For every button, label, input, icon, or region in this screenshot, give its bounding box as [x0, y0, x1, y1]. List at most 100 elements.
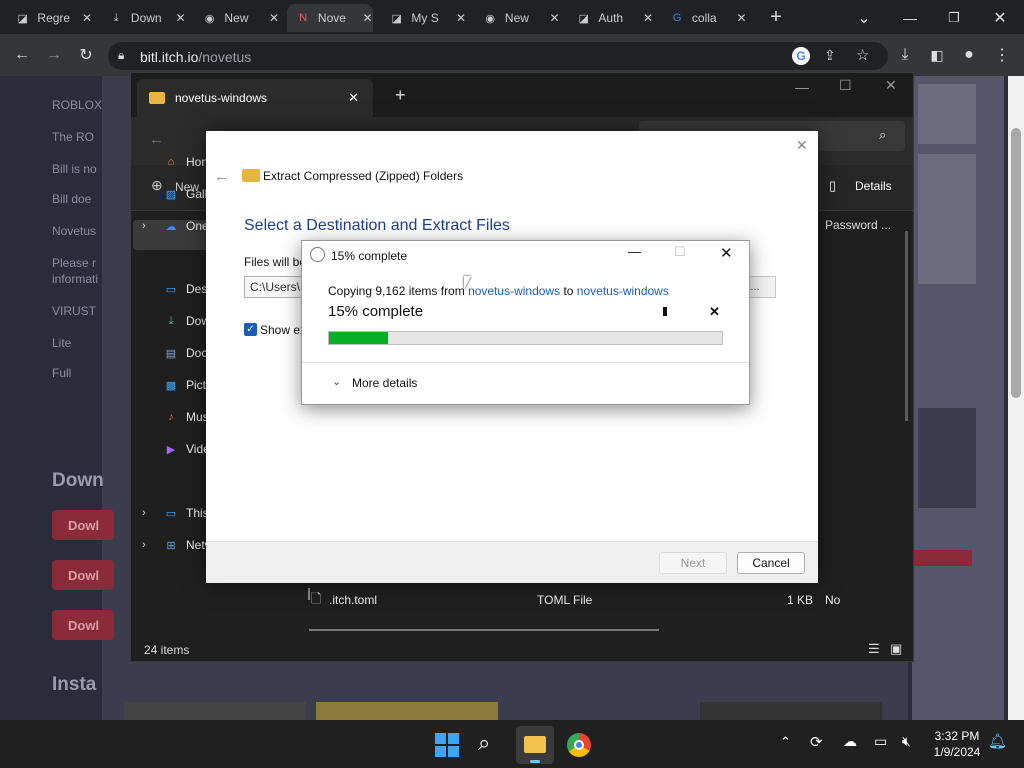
close-tab-icon[interactable]: ✕ — [348, 90, 359, 106]
percent-label: 15% complete — [328, 303, 424, 320]
next-button[interactable]: Next — [659, 552, 727, 574]
close-icon[interactable]: ✕ — [988, 6, 1012, 30]
source-link[interactable]: novetus-windows — [468, 284, 560, 298]
profile-icon[interactable]: ● — [957, 43, 981, 67]
minimize-icon[interactable]: — — [628, 244, 641, 259]
chevron-right-icon[interactable]: › — [142, 539, 146, 551]
close-tab-icon[interactable]: ✕ — [549, 11, 559, 25]
maximize-icon[interactable]: ☐ — [674, 244, 686, 260]
music-icon: ♪ — [168, 411, 174, 423]
close-tab-icon[interactable]: ✕ — [362, 11, 372, 25]
clock[interactable]: 3:32 PM 1/9/2024 — [932, 729, 982, 759]
copy-status-text: Copying 9,162 items from novetus-windows… — [328, 284, 669, 298]
close-tab-icon[interactable]: ✕ — [269, 11, 279, 25]
side-panel-icon[interactable]: ◧ — [925, 43, 949, 67]
forward-icon[interactable]: → — [42, 43, 66, 67]
reload-icon[interactable]: ↻ — [74, 43, 98, 67]
cancel-copy-icon[interactable]: ✕ — [709, 304, 720, 320]
explorer-tab-title: novetus-windows — [175, 91, 268, 105]
back-icon[interactable]: ← — [149, 131, 164, 148]
browser-tab[interactable]: ⤓ Down ✕ — [100, 4, 186, 32]
roblox-icon: ◪ — [391, 12, 402, 25]
mouse-cursor — [464, 276, 471, 290]
destination-path-input[interactable]: C:\Users\ — [244, 276, 306, 298]
documents-icon: ▤ — [165, 347, 177, 360]
sync-icon[interactable]: ⟳ — [810, 733, 823, 751]
back-icon[interactable]: ← — [214, 168, 229, 185]
search-icon[interactable]: ⌕ — [478, 730, 490, 756]
notification-bell-icon[interactable]: 🔔︎ — [988, 732, 1007, 750]
splitter[interactable] — [308, 588, 310, 600]
close-tab-icon[interactable]: ✕ — [643, 11, 653, 25]
cancel-button[interactable]: Cancel — [737, 552, 805, 574]
progress-bar — [328, 331, 723, 345]
browser-tab[interactable]: ◪ Regre ✕ — [6, 4, 93, 32]
password-column-header[interactable]: Password ... — [825, 218, 891, 232]
download-button[interactable]: Dowl — [52, 560, 114, 590]
pause-icon[interactable] — [663, 307, 667, 316]
chrome-icon[interactable] — [567, 733, 591, 757]
pictures-icon: ▩ — [165, 379, 177, 392]
tab-search-icon[interactable]: ⌄ — [852, 6, 876, 30]
maximize-icon[interactable]: ☐ — [839, 77, 852, 94]
list-view-icon[interactable]: ☰ — [868, 641, 880, 657]
tile-view-icon[interactable]: ▣ — [890, 641, 902, 657]
item-count: 24 items — [144, 643, 190, 657]
close-icon[interactable]: ✕ — [885, 77, 897, 94]
google-lens-icon[interactable]: G — [792, 47, 810, 65]
page-line: informati — [52, 272, 99, 286]
details-scrollbar[interactable] — [905, 231, 908, 421]
game-thumbnail[interactable] — [700, 702, 882, 720]
browser-tab-title: My S — [411, 11, 439, 25]
download-button[interactable]: Dowl — [52, 510, 114, 540]
download-button[interactable]: Dowl — [52, 610, 114, 640]
volume-muted-icon[interactable]: 🔇︎ — [902, 733, 911, 750]
browser-tab[interactable]: ◪ Auth ✕ — [567, 4, 654, 32]
close-tab-icon[interactable]: ✕ — [456, 11, 466, 25]
browser-tab[interactable]: Gcolla ✕ — [661, 4, 747, 32]
game-thumbnail[interactable] — [124, 702, 306, 720]
downloads-icon[interactable]: ⤓ — [893, 43, 917, 67]
restore-icon[interactable]: ❐ — [942, 6, 966, 30]
browser-tab[interactable]: ◪ My S ✕ — [380, 4, 467, 32]
close-icon[interactable]: ✕ — [796, 137, 808, 154]
browser-tab[interactable]: N Nove ✕ — [286, 4, 373, 32]
page-scrollbar[interactable] — [1008, 76, 1024, 720]
browser-tab[interactable]: ◉ New ✕ — [474, 4, 559, 32]
scroll-thumb[interactable] — [1011, 128, 1021, 398]
chevron-right-icon[interactable]: › — [142, 220, 146, 232]
status-bar: 24 items ☰ ▣ — [131, 641, 913, 661]
minimize-icon[interactable]: — — [898, 6, 922, 30]
chevron-down-icon[interactable]: ⌄ — [332, 375, 341, 388]
bookmark-star-icon[interactable]: ☆ — [856, 46, 869, 64]
details-button[interactable]: Details — [855, 179, 892, 193]
destination-link[interactable]: novetus-windows — [577, 284, 669, 298]
new-tab-icon[interactable]: + — [764, 6, 788, 28]
wizard-title: Extract Compressed (Zipped) Folders — [263, 169, 464, 183]
show-files-checkbox[interactable]: ✓ — [244, 323, 257, 336]
close-icon[interactable]: ✕ — [720, 244, 733, 262]
file-name[interactable]: .itch.toml — [329, 593, 377, 607]
cloud-icon[interactable]: ☁ — [843, 733, 857, 750]
game-thumbnail[interactable] — [316, 702, 498, 720]
folder-icon — [524, 736, 546, 753]
new-tab-icon[interactable]: + — [395, 85, 406, 106]
explorer-taskbar-button[interactable] — [516, 726, 554, 764]
menu-icon[interactable]: ⋮ — [990, 43, 1014, 67]
chevron-up-icon[interactable]: ⌃ — [780, 734, 791, 750]
share-icon[interactable]: ⇪ — [824, 47, 836, 64]
side-banner — [912, 550, 972, 566]
chevron-right-icon[interactable]: › — [142, 507, 146, 519]
close-tab-icon[interactable]: ✕ — [175, 11, 185, 25]
horizontal-scrollbar[interactable] — [309, 629, 659, 631]
back-icon[interactable]: ← — [10, 43, 34, 67]
address-bar[interactable]: 🔒︎ bitl.itch.io/novetus G ⇪ ☆ — [108, 42, 888, 70]
display-icon[interactable]: ▭ — [874, 733, 887, 750]
browser-tab[interactable]: ◉ New ✕ — [193, 4, 279, 32]
start-icon[interactable] — [435, 733, 459, 757]
explorer-tab[interactable]: novetus-windows ✕ — [137, 79, 373, 117]
close-tab-icon[interactable]: ✕ — [82, 11, 92, 25]
close-tab-icon[interactable]: ✕ — [736, 11, 746, 25]
minimize-icon[interactable]: — — [795, 79, 809, 95]
more-details-button[interactable]: More details — [352, 376, 417, 390]
